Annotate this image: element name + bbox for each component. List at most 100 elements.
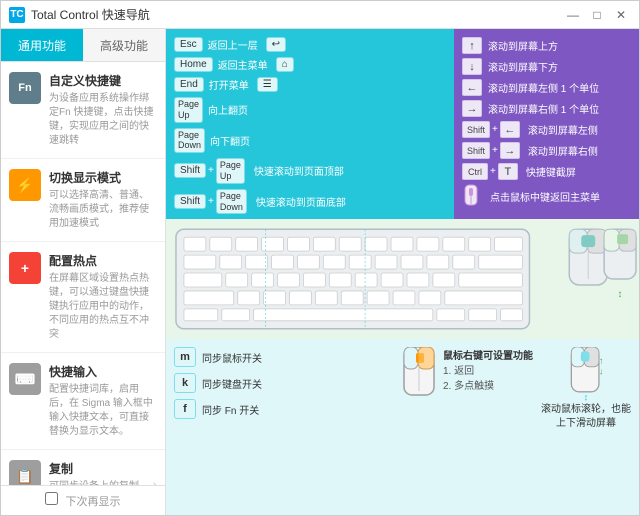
sidebar-tabs: 通用功能 高级功能 [1,29,165,62]
arrow-left-row: ← 滚动到屏幕左侧 1 个单位 [462,79,631,96]
toggle-keys: m 同步鼠标开关 k 同步键盘开关 f 同步 Fn 开关 [174,347,391,431]
f-key: f [174,399,196,419]
mouse-middle-icon [462,184,480,208]
mouse-middle-row: 点击鼠标中键返回主菜单 [462,184,631,208]
shift-pagedown-desc: 快速滚动到页面底部 [256,194,346,209]
toggle-m-row: m 同步鼠标开关 [174,347,391,367]
right-panel: Esc 返回上一层 ↩ Home 返回主菜单 ⌂ End 打开菜单 ☰ [166,29,639,515]
shift-left-row: Shift + ← 滚动到屏幕左侧 [462,121,631,138]
f-label: 同步 Fn 开关 [202,402,259,417]
keyboard-svg: ↕ [166,219,639,339]
copy-title: 复制 [49,460,148,477]
end-row: End 打开菜单 ☰ [174,77,446,92]
arrow-down-row: ↓ 滚动到屏幕下方 [462,58,631,75]
pagedown-row: PageDown 向下翻页 [174,128,446,154]
arrow-right-desc: 滚动到屏幕右侧 1 个单位 [488,101,599,116]
sidebar-footer[interactable]: 下次再显示 [1,485,165,515]
arrow-left-desc: 滚动到屏幕左侧 1 个单位 [488,80,599,95]
scroll-info-panel: ↕ ↑ ↓ 滚动鼠标滚轮，也能上下滑动屏幕 [541,347,631,431]
fn-key-title: 自定义快捷键 [49,72,157,89]
ctrl-t-desc: 快捷键截屏 [526,164,576,179]
window-controls: — □ ✕ [563,7,631,23]
ctrl-t-row: Ctrl + T 快捷键截屏 [462,163,631,180]
fn-key-desc: 为设备应用系统操作绑定Fn 快捷键，点击快捷键，实现应用之间的快速跳转 [49,92,157,148]
esc-desc: 返回上一层 [208,37,258,52]
svg-text:↕: ↕ [584,392,589,403]
home-key: Home [174,57,213,72]
main-content: 通用功能 高级功能 Fn 自定义快捷键 为设备应用系统操作绑定Fn 快捷键，点击… [1,29,639,515]
arrow-down-desc: 滚动到屏幕下方 [488,59,558,74]
hotspot-title: 配置热点 [49,252,157,269]
m-label: 同步鼠标开关 [202,350,262,365]
quick-input-desc: 配置快捷词库，启用后，在 Sigma 输入框中输入快捷文本，可直接替换为显示文本… [49,383,157,439]
teal-keys-panel: Esc 返回上一层 ↩ Home 返回主菜单 ⌂ End 打开菜单 ☰ [166,29,454,219]
window-title: Total Control 快速导航 [31,6,563,23]
pagedown-desc: 向下翻页 [210,133,250,148]
arrow-down-btn: ↓ [462,58,482,75]
minimize-button[interactable]: — [563,7,583,23]
svg-text:↓: ↓ [599,367,604,378]
arrow-up-btn: ↑ [462,37,482,54]
pagedown-key: PageDown [174,128,205,154]
sidebar-item-hotspot[interactable]: + 配置热点 在屏幕区域设置热点热键，可以通过键盘快捷键执行应用中的动作，不同应… [1,242,165,353]
sidebar-item-quick-input[interactable]: ⌨ 快捷输入 配置快捷词库，启用后，在 Sigma 输入框中输入快捷文本，可直接… [1,353,165,450]
mouse-right-item1: 1. 返回 [443,362,533,377]
toggle-f-row: f 同步 Fn 开关 [174,399,391,419]
sidebar-item-copy[interactable]: 📋 复制 可同步设备上的复制内容到电脑剪切板 › [1,450,165,485]
svg-text:↕: ↕ [618,289,623,300]
esc-row: Esc 返回上一层 ↩ [174,37,446,52]
shift-pageup-desc: 快速滚动到页面顶部 [254,163,344,178]
bottom-section: m 同步鼠标开关 k 同步键盘开关 f 同步 Fn 开关 [166,339,639,439]
sidebar-item-fn-key[interactable]: Fn 自定义快捷键 为设备应用系统操作绑定Fn 快捷键，点击快捷键，实现应用之间… [1,62,165,159]
quick-input-title: 快捷输入 [49,363,157,380]
close-button[interactable]: ✕ [611,7,631,23]
copy-arrow: › [152,476,157,485]
shift-pageup-row: Shift + PageUp 快速滚动到页面顶部 [174,158,446,184]
end-desc: 打开菜单 [209,77,249,92]
top-keys-section: Esc 返回上一层 ↩ Home 返回主菜单 ⌂ End 打开菜单 ☰ [166,29,639,219]
sidebar-item-toggle-mode[interactable]: ⚡ 切换显示模式 可以选择高清、普通、流畅画质模式，推荐使用加速模式 [1,159,165,242]
tab-advanced[interactable]: 高级功能 [83,29,165,61]
home-desc: 返回主菜单 [218,57,268,72]
home-row: Home 返回主菜单 ⌂ [174,57,446,72]
keyboard-icon: ⌨ [9,363,41,395]
mouse-right-item2: 2. 多点触摸 [443,377,533,392]
esc-key: Esc [174,37,203,52]
lightning-icon: ⚡ [9,169,41,201]
shift-pageup-combo: Shift + PageUp [174,158,245,184]
m-key: m [174,347,196,367]
shift-pagedown-row: Shift + PageDown 快速滚动到页面底部 [174,189,446,215]
copy-icon: 📋 [9,460,41,485]
arrow-left-btn: ← [462,79,482,96]
copy-desc: 可同步设备上的复制内容到电脑剪切板 [49,480,148,485]
toggle-k-row: k 同步键盘开关 [174,373,391,393]
pageup-desc: 向上翻页 [208,102,248,117]
maximize-button[interactable]: □ [587,7,607,23]
plus-icon: + [9,252,41,284]
shift-right-row: Shift + → 滚动到屏幕右侧 [462,142,631,159]
mouse-right-svg [399,347,439,402]
sidebar: 通用功能 高级功能 Fn 自定义快捷键 为设备应用系统操作绑定Fn 快捷键，点击… [1,29,166,515]
home-icon: ⌂ [276,57,294,72]
end-icon: ☰ [257,77,278,92]
tab-general[interactable]: 通用功能 [1,29,83,61]
keyboard-visual-area: ↕ [166,219,639,339]
fn-icon: Fn [9,72,41,104]
shift-pagedown-combo: Shift + PageDown [174,189,247,215]
k-key: k [174,373,196,393]
pageup-key: PageUp [174,97,203,123]
main-window: TC Total Control 快速导航 — □ ✕ 通用功能 高级功能 [0,0,640,516]
purple-keys-panel: ↑ 滚动到屏幕上方 ↓ 滚动到屏幕下方 ← 滚动到屏幕左侧 1 个单位 → 滚动… [454,29,639,219]
esc-icon: ↩ [266,37,286,52]
toggle-mode-title: 切换显示模式 [49,169,157,186]
pageup-row: PageUp 向上翻页 [174,97,446,123]
arrow-right-btn: → [462,100,482,117]
dont-show-again-checkbox[interactable] [45,492,58,505]
scroll-desc: 滚动鼠标滚轮，也能上下滑动屏幕 [541,403,631,431]
mouse-right-info: 鼠标右键可设置功能 1. 返回 2. 多点触摸 [399,347,533,431]
mouse-right-title: 鼠标右键可设置功能 1. 返回 2. 多点触摸 [399,347,533,402]
hotspot-desc: 在屏幕区域设置热点热键，可以通过键盘快捷键执行应用中的动作，不同应用的热点互不冲… [49,272,157,342]
shift-right-desc: 滚动到屏幕右侧 [528,143,598,158]
app-icon: TC [9,7,25,23]
scroll-mouse-svg: ↕ ↑ ↓ [561,347,611,403]
